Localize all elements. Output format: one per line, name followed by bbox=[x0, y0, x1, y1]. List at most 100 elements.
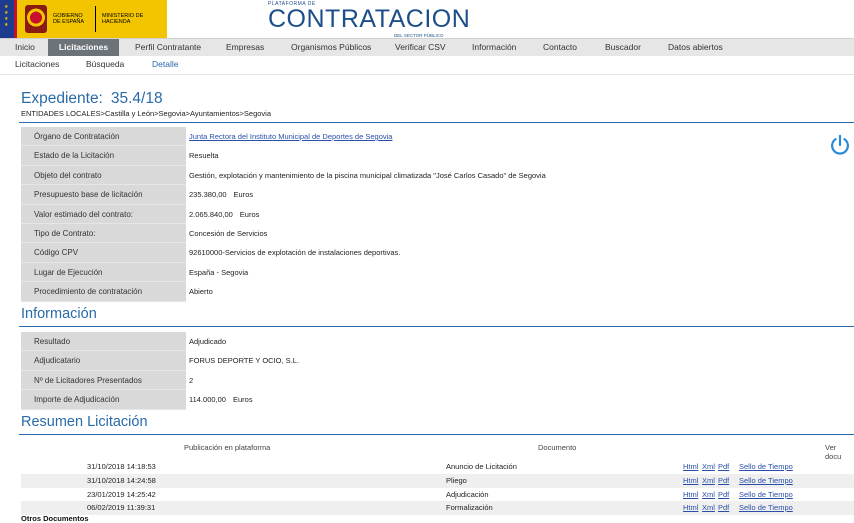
detail-value: Resuelta bbox=[189, 151, 219, 161]
detail-value: 2.065.840,00 Euros bbox=[189, 205, 259, 224]
platform-logo[interactable]: PLATAFORMA DE CONTRATACION DEL SECTOR PÚ… bbox=[268, 1, 471, 38]
nav-verificar-csv[interactable]: Verificar CSV bbox=[395, 39, 446, 56]
expediente-label: Expediente: bbox=[21, 90, 103, 107]
expediente-number: 35.4/18 bbox=[110, 90, 163, 107]
sello-link[interactable]: Sello de Tiempo bbox=[739, 476, 793, 485]
doc-date: 31/10/2018 14:18:53 bbox=[87, 462, 156, 471]
nav-datos-abiertos[interactable]: Datos abiertos bbox=[668, 39, 723, 56]
info-value: 114.000,00 Euros bbox=[189, 390, 253, 409]
detail-label: Lugar de Ejecución bbox=[21, 262, 186, 283]
details-table: Órgano de Contratación Junta Rectora del… bbox=[21, 127, 854, 302]
organo-link[interactable]: Junta Rectora del Instituto Municipal de… bbox=[189, 132, 392, 141]
nav-organismos-publicos[interactable]: Organismos Públicos bbox=[291, 39, 371, 56]
informacion-title: Información bbox=[21, 306, 97, 322]
detail-row: Presupuesto base de licitación 235.380,0… bbox=[21, 185, 854, 205]
detail-value: 235.380,00 Euros bbox=[189, 185, 253, 204]
table-row: 23/01/2019 14:25:42 Adjudicación Html Xm… bbox=[21, 488, 854, 502]
subnav-licitaciones[interactable]: Licitaciones bbox=[15, 59, 59, 69]
xml-link[interactable]: Xml bbox=[702, 462, 715, 471]
html-link[interactable]: Html bbox=[683, 462, 698, 471]
info-label: Resultado bbox=[21, 332, 186, 352]
platform-title: CONTRATACION bbox=[268, 5, 471, 33]
detail-label: Tipo de Contrato: bbox=[21, 223, 186, 244]
amount: 2.065.840,00 bbox=[189, 209, 233, 219]
sello-link[interactable]: Sello de Tiempo bbox=[739, 503, 793, 512]
detail-row: Código CPV 92610000-Servicios de explota… bbox=[21, 243, 854, 263]
detail-row: Lugar de Ejecución España - Segovia bbox=[21, 262, 854, 283]
gov-separator bbox=[95, 6, 96, 32]
info-label: Nº de Licitadores Presentados bbox=[21, 370, 186, 391]
xml-link[interactable]: Xml bbox=[702, 503, 715, 512]
nav-informacion[interactable]: Información bbox=[472, 39, 516, 56]
pdf-link[interactable]: Pdf bbox=[718, 476, 729, 485]
main-nav: Inicio Licitaciones Perfil Contratante E… bbox=[0, 38, 854, 56]
site-header: ★ ★ ★ ★ GOBIERNO DE ESPAÑA MINISTERIO DE HA… bbox=[0, 0, 854, 38]
detail-row: Tipo de Contrato: Concesión de Servicios bbox=[21, 223, 854, 244]
sub-nav: Licitaciones Búsqueda Detalle bbox=[0, 56, 854, 75]
ministry-text: MINISTERIO DE HACIENDA bbox=[102, 12, 144, 26]
doc-name: Formalización bbox=[446, 503, 493, 512]
pdf-link[interactable]: Pdf bbox=[718, 503, 729, 512]
nav-perfil-contratante[interactable]: Perfil Contratante bbox=[135, 39, 201, 56]
detail-label: Valor estimado del contrato: bbox=[21, 204, 186, 224]
html-link[interactable]: Html bbox=[683, 503, 698, 512]
info-value: 2 bbox=[189, 375, 194, 385]
table-row: 31/10/2018 14:18:53 Anuncio de Licitació… bbox=[21, 460, 854, 474]
doc-name: Pliego bbox=[446, 476, 467, 485]
eu-flag-icon: ★ ★ ★ ★ bbox=[0, 0, 14, 38]
detail-row: Valor estimado del contrato: 2.065.840,0… bbox=[21, 204, 854, 224]
sello-link[interactable]: Sello de Tiempo bbox=[739, 490, 793, 499]
xml-link[interactable]: Xml bbox=[702, 490, 715, 499]
detail-row: Estado de la Licitación Resuelta bbox=[21, 146, 854, 166]
detail-value: Gestión, explotación y mantenimiento de … bbox=[189, 170, 546, 180]
html-link[interactable]: Html bbox=[683, 490, 698, 499]
nav-empresas[interactable]: Empresas bbox=[226, 39, 264, 56]
currency-unit: Euros bbox=[239, 209, 260, 219]
detail-value: Concesión de Servicios bbox=[189, 228, 268, 238]
info-value: FORUS DEPORTE Y OCIO, S.L. bbox=[189, 356, 300, 366]
info-row: Resultado Adjudicado bbox=[21, 332, 854, 352]
info-label: Adjudicatario bbox=[21, 351, 186, 371]
breadcrumb: ENTIDADES LOCALES>Castilla y León>Segovi… bbox=[21, 109, 272, 118]
info-row: Adjudicatario FORUS DEPORTE Y OCIO, S.L. bbox=[21, 351, 854, 371]
doc-date: 31/10/2018 14:24:58 bbox=[87, 476, 156, 485]
detail-label: Código CPV bbox=[21, 243, 186, 263]
detail-row: Procedimiento de contratación Abierto bbox=[21, 282, 854, 302]
title-rule bbox=[19, 122, 854, 123]
detail-row: Órgano de Contratación Junta Rectora del… bbox=[21, 127, 854, 147]
col-publicacion: Publicación en plataforma bbox=[184, 443, 271, 452]
sello-link[interactable]: Sello de Tiempo bbox=[739, 462, 793, 471]
table-row: 31/10/2018 14:24:58 Pliego Html Xml Pdf … bbox=[21, 474, 854, 488]
col-documento: Documento bbox=[538, 443, 577, 452]
amount: 235.380,00 bbox=[189, 190, 227, 200]
resumen-rule bbox=[19, 434, 854, 435]
nav-inicio[interactable]: Inicio bbox=[15, 39, 35, 56]
info-label: Importe de Adjudicación bbox=[21, 390, 186, 410]
informacion-rule bbox=[19, 326, 854, 327]
html-link[interactable]: Html bbox=[683, 476, 698, 485]
detail-label: Presupuesto base de licitación bbox=[21, 185, 186, 205]
subnav-detalle[interactable]: Detalle bbox=[152, 59, 178, 69]
government-logo[interactable]: ★ ★ ★ ★ GOBIERNO DE ESPAÑA MINISTERIO DE HA… bbox=[0, 0, 167, 38]
currency-unit: Euros bbox=[233, 190, 254, 200]
detail-value: España - Segovia bbox=[189, 267, 249, 277]
doc-name: Anuncio de Licitación bbox=[446, 462, 517, 471]
detail-value: 92610000-Servicios de explotación de ins… bbox=[189, 248, 401, 258]
detail-label: Órgano de Contratación bbox=[21, 127, 186, 147]
nav-buscador[interactable]: Buscador bbox=[605, 39, 641, 56]
subnav-busqueda[interactable]: Búsqueda bbox=[86, 59, 124, 69]
nav-licitaciones[interactable]: Licitaciones bbox=[48, 39, 119, 56]
nav-contacto[interactable]: Contacto bbox=[543, 39, 577, 56]
detail-value: Junta Rectora del Instituto Municipal de… bbox=[189, 127, 392, 146]
informacion-table: Resultado Adjudicado Adjudicatario FORUS… bbox=[21, 332, 854, 410]
gov-text: GOBIERNO DE ESPAÑA bbox=[53, 12, 85, 26]
pdf-link[interactable]: Pdf bbox=[718, 490, 729, 499]
page-title: Expediente: 35.4/18 bbox=[21, 90, 163, 108]
coat-of-arms-icon bbox=[25, 5, 47, 33]
xml-link[interactable]: Xml bbox=[702, 476, 715, 485]
pdf-link[interactable]: Pdf bbox=[718, 462, 729, 471]
amount: 114.000,00 bbox=[189, 395, 226, 405]
detail-value: Abierto bbox=[189, 287, 213, 297]
doc-date: 23/01/2019 14:25:42 bbox=[87, 490, 156, 499]
doc-date: 06/02/2019 11:39:31 bbox=[87, 503, 156, 512]
